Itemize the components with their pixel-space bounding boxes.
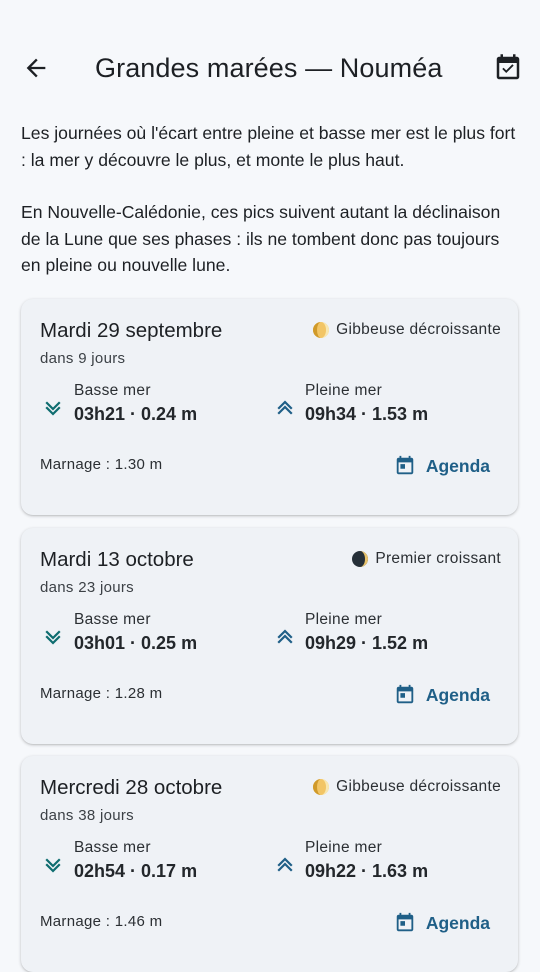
app-bar: Grandes marées — Nouméa — [0, 0, 540, 136]
agenda-label: Agenda — [425, 684, 490, 705]
add-to-agenda-button[interactable]: Agenda — [394, 904, 490, 942]
high-tide-value: 09h34 · 1.53 m — [305, 404, 429, 424]
page-title: Grandes marées — Nouméa — [95, 53, 443, 83]
tidal-range: Marnage : 1.46 m — [40, 913, 163, 930]
high-tide-label: Pleine mer — [305, 382, 383, 399]
tidal-range: Marnage : 1.30 m — [40, 456, 163, 473]
intro-paragraph-1: Les journées où l'écart entre pleine et … — [21, 123, 516, 170]
double-chevron-up-icon — [277, 857, 293, 872]
double-chevron-up-icon — [277, 400, 293, 415]
card-days-until: dans 9 jours — [40, 350, 126, 367]
card-date: Mercredi 28 octobre — [40, 776, 223, 799]
tide-card: Mardi 29 septembre dans 9 jours Gibbeuse… — [21, 299, 518, 515]
high-tide-label: Pleine mer — [305, 839, 383, 856]
high-tide-value: 09h22 · 1.63 m — [305, 861, 429, 881]
waning-gibbous-moon-icon — [313, 779, 330, 795]
card-days-until: dans 38 jours — [40, 807, 134, 824]
moon-phase: Gibbeuse décroissante — [312, 321, 501, 339]
low-tide-value: 03h21 · 0.24 m — [74, 404, 198, 424]
intro-paragraph-2: En Nouvelle-Calédonie, ces pics suivent … — [21, 202, 501, 276]
tide-card: Mercredi 28 octobre dans 38 jours Gibbeu… — [21, 756, 518, 972]
back-button[interactable] — [14, 46, 58, 90]
low-tide-label: Basse mer — [74, 839, 151, 856]
high-tide-label: Pleine mer — [305, 611, 383, 628]
waning-gibbous-moon-icon — [313, 322, 330, 338]
double-chevron-down-icon — [45, 401, 61, 416]
calendar-icon — [396, 684, 414, 704]
low-tide-value: 03h01 · 0.25 m — [74, 633, 198, 653]
card-days-until: dans 23 jours — [40, 579, 134, 596]
moon-phase: Premier croissant — [351, 550, 501, 568]
high-tide-value: 09h29 · 1.52 m — [305, 633, 429, 653]
intro-text: Les journées où l'écart entre pleine et … — [21, 120, 521, 279]
agenda-label: Agenda — [425, 912, 490, 933]
double-chevron-up-icon — [277, 629, 293, 644]
calendar-icon — [396, 455, 414, 475]
moon-phase-label: Gibbeuse décroissante — [336, 321, 501, 338]
tide-card: Mardi 13 octobre dans 23 jours Premier c… — [21, 528, 518, 744]
waxing-crescent-moon-icon — [352, 551, 369, 567]
agenda-label: Agenda — [425, 455, 490, 476]
moon-phase: Gibbeuse décroissante — [312, 778, 501, 796]
tidal-range: Marnage : 1.28 m — [40, 685, 163, 702]
calendar-button[interactable] — [486, 46, 530, 90]
card-date: Mardi 13 octobre — [40, 548, 194, 571]
event-available-icon — [496, 54, 520, 80]
moon-phase-label: Premier croissant — [375, 550, 501, 567]
double-chevron-down-icon — [45, 630, 61, 645]
add-to-agenda-button[interactable]: Agenda — [394, 676, 490, 714]
card-date: Mardi 29 septembre — [40, 319, 223, 342]
add-to-agenda-button[interactable]: Agenda — [394, 447, 490, 485]
low-tide-label: Basse mer — [74, 382, 151, 399]
double-chevron-down-icon — [45, 858, 61, 873]
low-tide-label: Basse mer — [74, 611, 151, 628]
moon-phase-label: Gibbeuse décroissante — [336, 778, 501, 795]
low-tide-value: 02h54 · 0.17 m — [74, 861, 198, 881]
arrow-back-icon — [26, 58, 46, 78]
calendar-icon — [396, 912, 414, 932]
